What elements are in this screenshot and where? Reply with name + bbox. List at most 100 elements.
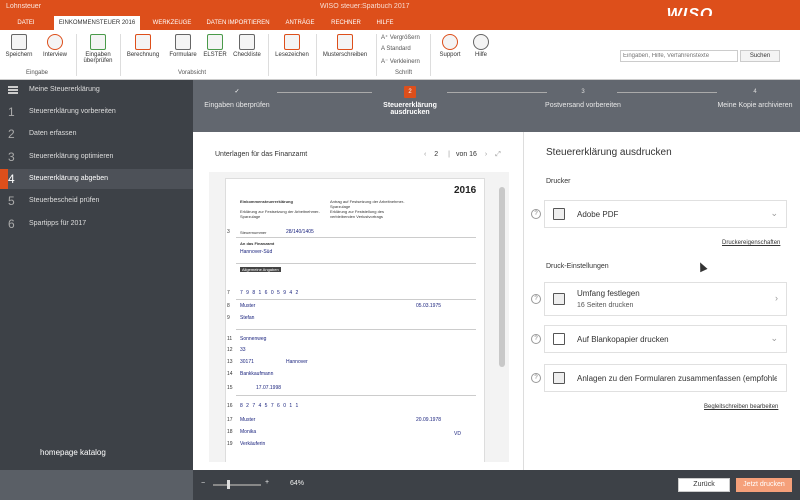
forms-icon <box>175 34 191 50</box>
blank-paper-option[interactable]: ? Auf Blankopapier drucken ⌄ <box>531 325 787 353</box>
font-increase-button[interactable]: A⁺ Vergrößern <box>381 34 420 41</box>
chevron-right-icon: › <box>775 293 778 303</box>
form-line <box>236 237 476 238</box>
forms-button[interactable]: Formulare <box>166 34 200 58</box>
zoom-value[interactable]: 64% <box>290 480 304 487</box>
font-decrease-button[interactable]: A⁻ Verkleinern <box>381 58 420 65</box>
tax-form-page: 2016 Einkommensteuererklärung Erklärung … <box>225 178 485 462</box>
page-number[interactable]: 2 <box>434 151 438 158</box>
tab-einkommensteuer[interactable]: EINKOMMENSTEUER 2016 <box>54 16 140 30</box>
zoom-bar: − + 64% <box>193 470 523 500</box>
interview-button[interactable]: Interview <box>38 34 72 58</box>
document-preview: Unterlagen für das Finanzamt ‹ 2 | von 1… <box>193 132 523 470</box>
zoom-slider-handle[interactable] <box>227 480 230 489</box>
elster-label: ELSTER <box>203 52 227 58</box>
support-label: Support <box>439 52 461 58</box>
blank-paper-label: Auf Blankopapier drucken <box>577 335 669 344</box>
sidebar-item-submit[interactable]: 4 Steuererklärung abgeben <box>0 169 193 189</box>
printer-label: Drucker <box>546 178 571 185</box>
line-number: 14 <box>227 371 233 377</box>
step-number: 4 <box>753 89 757 95</box>
step-label: Meine Kopie archivieren <box>717 102 793 109</box>
step-postal[interactable]: 3 Postversand vorbereiten <box>543 86 623 109</box>
app-label: Lohnsteuer <box>6 3 42 10</box>
help-circle-icon[interactable]: ? <box>531 373 541 383</box>
print-now-button[interactable]: Jetzt drucken <box>736 478 792 492</box>
save-button[interactable]: Speichern <box>4 34 34 58</box>
sidebar-item-check-notice[interactable]: 5 Steuerbescheid prüfen <box>0 191 193 211</box>
tab-hilfe[interactable]: HILFE <box>370 16 400 30</box>
zoom-in-icon[interactable]: + <box>265 479 269 486</box>
tab-daten-importieren[interactable]: DATEN IMPORTIEREN <box>202 16 274 30</box>
preview-scrollbar[interactable] <box>499 187 505 367</box>
first-name-2: Monika <box>240 429 257 435</box>
sidebar-item-enter-data[interactable]: 2 Daten erfassen <box>0 124 193 144</box>
line-number: 13 <box>227 359 233 365</box>
help-circle-icon[interactable]: ? <box>531 294 541 304</box>
search-button[interactable]: Suchen <box>740 50 780 62</box>
sidebar-item-saving-tips[interactable]: 6 Spartipps für 2017 <box>0 214 193 234</box>
sidebar: Meine Steuererklärung 1 Steuererklärung … <box>0 80 193 470</box>
city: Hannover <box>286 359 308 365</box>
step-print[interactable]: 2 Steuererklärung ausdrucken <box>370 86 450 116</box>
tab-datei[interactable]: DATEI <box>6 16 46 30</box>
cover-letter-link[interactable]: Begleitschreiben bearbeiten <box>704 404 778 410</box>
office-label: An das Finanzamt <box>240 241 275 246</box>
help-button[interactable]: Hilfe <box>468 34 494 58</box>
document-viewport[interactable]: 2016 Einkommensteuererklärung Erklärung … <box>209 172 509 462</box>
tab-rechner[interactable]: RECHNER <box>326 16 366 30</box>
support-button[interactable]: Support <box>434 34 466 58</box>
printer-properties-link[interactable]: Druckereigenschaften <box>722 240 780 246</box>
check-document-icon <box>90 34 106 50</box>
sidebar-title-label: Meine Steuererklärung <box>29 86 100 93</box>
line-number: 3 <box>227 229 230 235</box>
prev-page-icon[interactable]: ‹ <box>424 151 426 158</box>
group-label-eingabe: Eingabe <box>26 70 49 76</box>
line-number: 17 <box>227 417 233 423</box>
group-divider <box>316 34 317 76</box>
next-page-icon[interactable]: › <box>485 151 487 158</box>
printer-select[interactable]: ? Adobe PDF ⌄ <box>531 200 787 228</box>
microphone-icon <box>47 34 63 50</box>
active-indicator <box>0 169 8 189</box>
sidebar-title[interactable]: Meine Steuererklärung <box>0 80 193 100</box>
sidebar-item-optimize[interactable]: 3 Steuererklärung optimieren <box>0 147 193 167</box>
search-input[interactable] <box>620 50 738 62</box>
elster-icon <box>207 34 223 50</box>
help-circle-icon[interactable]: ? <box>531 209 541 219</box>
scope-title: Umfang festlegen <box>577 289 640 298</box>
calculation-button[interactable]: Berechnung <box>124 34 162 58</box>
font-increase-label: Vergrößern <box>389 35 420 41</box>
zoom-slider[interactable] <box>213 484 261 486</box>
sidebar-item-prepare[interactable]: 1 Steuererklärung vorbereiten <box>0 102 193 122</box>
form-line <box>236 329 476 330</box>
checklist-button[interactable]: Checkliste <box>230 34 264 58</box>
scope-subtitle: 16 Seiten drucken <box>577 302 634 309</box>
zoom-out-icon[interactable]: − <box>201 480 205 487</box>
back-button[interactable]: Zurück <box>678 478 730 492</box>
job-1: Bankkaufmann <box>240 371 274 377</box>
check-entries-button[interactable]: Eingaben überprüfen <box>78 34 118 64</box>
bookmark-button[interactable]: Lesezeichen <box>272 34 312 58</box>
attachments-option[interactable]: ? Anlagen zu den Formularen zusammenfass… <box>531 364 787 392</box>
tab-werkzeuge[interactable]: WERKZEUGE <box>146 16 198 30</box>
page-divider: | <box>448 151 450 158</box>
font-increase-icon: A⁺ <box>381 35 390 41</box>
form-line <box>236 395 476 396</box>
religion: VD <box>454 431 461 437</box>
tab-antraege[interactable]: ANTRÄGE <box>278 16 322 30</box>
form-year: 2016 <box>454 185 477 196</box>
help-circle-icon[interactable]: ? <box>531 334 541 344</box>
menu-icon <box>8 86 18 94</box>
elster-button[interactable]: ELSTER <box>202 34 228 58</box>
line-number: 12 <box>227 347 233 353</box>
step-check-entries[interactable]: ✓ Eingaben überprüfen <box>197 86 277 109</box>
scope-option[interactable]: ? Umfang festlegen 16 Seiten drucken › <box>531 282 787 316</box>
fullscreen-icon[interactable]: ⤢ <box>495 151 501 158</box>
idnr-1: 7 9 8 1 6 0 5 9 4 2 <box>240 290 300 296</box>
headset-icon <box>442 34 458 50</box>
font-standard-button[interactable]: A Standard <box>381 46 411 52</box>
template-letters-button[interactable]: Musterschreiben <box>318 34 372 58</box>
preview-title: Unterlagen für das Finanzamt <box>215 151 308 158</box>
step-archive[interactable]: 4 Meine Kopie archivieren <box>715 86 795 109</box>
